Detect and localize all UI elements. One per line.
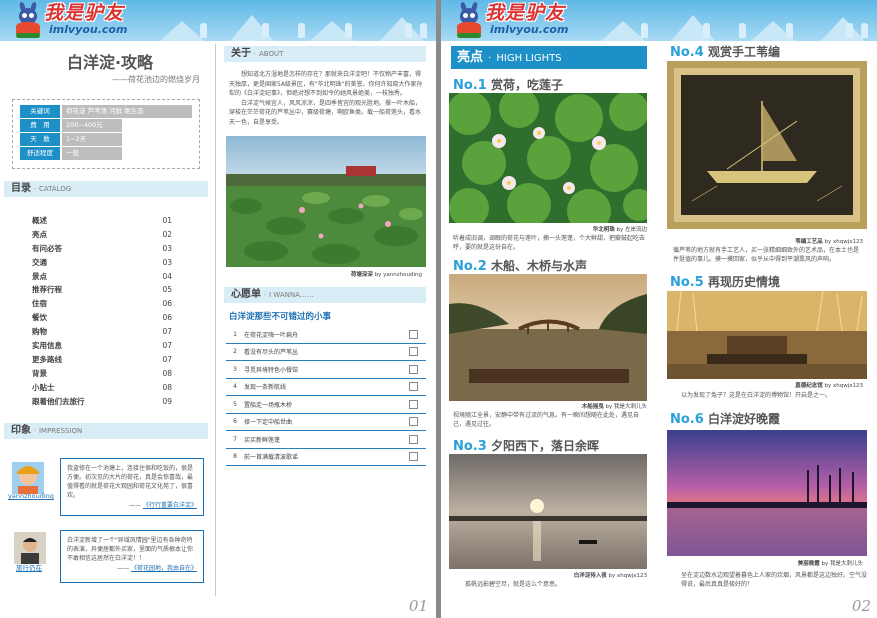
wish-checkbox[interactable] [409,329,418,339]
wish-checkbox[interactable] [409,452,418,462]
wish-checkbox[interactable] [409,364,418,374]
impression-card: 白洋淀新增了一个"异域风情园"里边有各种奇特的表演，异便居都外买家，里面的气质根… [60,530,204,583]
brand-name: 我是驴友 [44,2,125,24]
page-header-banner: 我是驴友 imlvyou.com [441,0,877,41]
page-header-banner: 我是驴友 imlvyou.com [0,0,436,41]
info-row: 舒适程度 一般 [20,147,192,160]
photo-caption: 苇编工艺品 by xhqwjx123 [795,239,863,245]
impression-card: 我盗修在一个池塘上，连接住宿和吃饭的，很是方便。初次见的大片的荷花，真是会惊喜哉… [60,458,204,516]
catalog-item[interactable]: 景点 04 [32,270,172,284]
lotus-photo[interactable] [449,93,647,223]
catalog-list: 概述 01 亮点 02 有问必答 03 交通 03 景点 04 推荐行程 05 住宿 06 餐饮 06 购物 07… [32,214,172,408]
highlight-title: No.5 再现历史情境 [670,275,780,290]
page-2: 我是驴友 imlvyou.com 亮点 · HIGH LIGHTS No.1 赏… [441,0,877,618]
avatar[interactable] [12,462,44,494]
wish-list-title: 白洋淀那些不可错过的小事 [229,312,332,322]
catalog-item[interactable]: 实用信息 07 [32,339,172,353]
highlight-desc: 视境随江全景，安静中带有过流的气息。有一瞬间想随在此处，遇见自己，遇见过往。 [453,412,640,428]
donkey-mascot-icon [12,1,42,40]
lotus-pond-photo[interactable] [226,136,426,267]
info-row: 天 数 1~2天 [20,133,192,146]
wish-heading: 心愿单 · I WANNA…… [224,287,426,303]
wish-item: 1 在荷花淀嗨一叶扁舟 [226,326,426,344]
about-text: 想知道北方湿地是怎样的存在？那就来白洋淀吧！不仅物产丰富，得天独厚，更是国家5A… [229,71,423,126]
highlight-title: No.3 夕阳西下，落日余晖 [453,439,599,454]
photo-caption: 华北明珠 by 左岸流边 [592,227,647,233]
wish-checkbox[interactable] [409,399,418,409]
catalog-item[interactable]: 购物 07 [32,325,172,339]
impression-link[interactable]: 《行行重要白洋淀》 [143,502,197,509]
wooden-bridge-photo[interactable] [449,274,647,401]
highlight-desc: 以为发现了兔子？这是在白洋淀的博物馆！开启是之一。 [681,392,832,399]
page-title: 白洋淀·攻略 [66,53,154,72]
highlight-title: No.6 白洋淀好晚霞 [670,412,780,427]
about-heading: 关于 · ABOUT [224,46,426,62]
page-number: 02 [851,597,871,615]
brand-name: 我是驴友 [485,2,566,24]
catalog-item[interactable]: 推荐行程 05 [32,283,172,297]
brand-url: imlvyou.com [49,23,128,36]
trip-info-box: 关键词 荷花淀 芦苇荡 河鲜 眼生态 费 用 200~400元 天 数 1~2天 舒适… [12,99,200,169]
sunset-photo[interactable] [449,454,647,569]
catalog-heading: 目录 · CATALOG [4,181,208,197]
catalog-item[interactable]: 跟着他们去旅行 09 [32,395,172,409]
photo-caption: 荷塘深深 by yannzhouding [350,272,422,278]
impression-link[interactable]: 《荷花园地，我由自在》 [131,565,197,572]
wish-item: 5 置船走一场瓶木桥 [226,396,426,414]
museum-diorama-photo[interactable] [667,291,867,379]
avatar[interactable] [14,532,46,564]
brand-logo[interactable]: 我是驴友 imlvyou.com [16,1,164,39]
highlight-title: No.1 赏荷，吃莲子 [453,78,563,93]
highlights-banner: 亮点 · HIGH LIGHTS [451,46,647,69]
wish-item: 7 买买新鲜莲蓬 [226,431,426,449]
catalog-item[interactable]: 背景 08 [32,367,172,381]
wish-item: 6 择一下定中船世曲 [226,414,426,431]
wish-item: 3 寻觅异境特色小餐馆 [226,361,426,379]
wish-list: 1 在荷花淀嗨一叶扁舟 2 看没有尽头的芦苇丛 3 寻觅异境特色小餐馆 4 发现一条新航线 5 置… [226,326,426,466]
wish-item: 4 发现一条新航线 [226,379,426,396]
wish-checkbox[interactable] [409,417,418,427]
wish-checkbox[interactable] [409,347,418,357]
impression-user[interactable]: 旅行仍在 [16,562,42,572]
catalog-item[interactable]: 餐饮 06 [32,311,172,325]
catalog-item[interactable]: 概述 01 [32,214,172,228]
highlight-desc: 听着成旧调，调眼的荷花与莲叶，摘一头莲蓬，个大鲜甜，把瓣鼓起吃去呼，要的就是这份… [453,235,646,251]
reed-weaving-photo[interactable] [667,61,867,229]
wish-checkbox[interactable] [409,434,418,444]
page-1: 我是驴友 imlvyou.com 白洋淀·攻略 ——荷花池边的燃烧岁月 关键词荷… [0,0,436,618]
page-subtitle: ——荷花池边的燃烧岁月 [112,75,200,84]
column-divider [215,44,216,596]
photo-caption: 嘉德纪念馆 by xhqwjx123 [795,383,863,389]
info-row: 费 用 200~400元 [20,119,192,132]
highlight-title: No.2 木船、木桥与水声 [453,259,587,274]
catalog-item[interactable]: 更多路线 07 [32,353,172,367]
impression-user[interactable]: yannzhouding [8,492,54,500]
catalog-item[interactable]: 亮点 02 [32,228,172,242]
photo-caption: 美丽晚霞 by 我是大刺儿头 [797,561,863,567]
info-row: 关键词 荷花淀 芦苇荡 河鲜 眼生态 [20,105,192,118]
highlight-title: No.4 观赏手工苇编 [670,45,780,60]
highlight-desc: 循芦苇的地方就有手工艺人，买一张精细细致外的艺术品，在本土也是件挺值的事儿。摸一… [673,247,860,263]
donkey-mascot-icon [453,1,483,40]
highlight-desc: 孤帆远影碧空尽，就是这么个意思。 [465,581,562,588]
catalog-item[interactable]: 交通 03 [32,256,172,270]
photo-caption: 木船摇曳 by 我是大刺儿头 [581,404,647,410]
highlight-desc: 坐在淀边数水边观望着暮色上人家的炊烟，风景都是这边独好。空气没得说，最后真真是极… [681,572,868,588]
page-number: 01 [408,597,428,615]
catalog-item[interactable]: 住宿 06 [32,297,172,311]
photo-caption: 白洋淀待入夜 by xhqwjx123 [573,573,647,579]
wish-item: 8 前一首满载清波歌谣 [226,449,426,466]
catalog-item[interactable]: 有问必答 03 [32,242,172,256]
impression-heading: 印象 · IMPRESSION [4,423,208,439]
wish-checkbox[interactable] [409,382,418,392]
wish-item: 2 看没有尽头的芦苇丛 [226,344,426,361]
brand-url: imlvyou.com [490,23,569,36]
sunset-glow-photo[interactable] [667,430,867,556]
brand-logo[interactable]: 我是驴友 imlvyou.com [457,1,605,39]
catalog-item[interactable]: 小贴士 08 [32,381,172,395]
